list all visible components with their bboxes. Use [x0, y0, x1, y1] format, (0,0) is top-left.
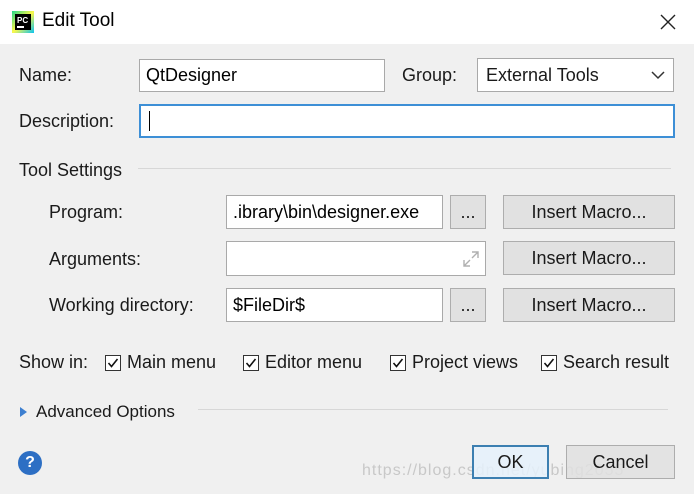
tool-settings-separator	[138, 168, 671, 169]
program-input[interactable]: .ibrary\bin\designer.exe	[226, 195, 443, 229]
insert-macro-label: Insert Macro...	[531, 247, 647, 268]
show-in-project-views-checkbox[interactable]: Project views	[390, 352, 518, 373]
pycharm-app-icon: PC	[12, 11, 34, 33]
show-in-search-result-checkbox[interactable]: Search result	[541, 352, 669, 373]
advanced-options-separator	[198, 409, 668, 410]
group-label: Group:	[402, 65, 458, 85]
expand-arrow-icon	[20, 407, 27, 417]
working-directory-input[interactable]: $FileDir$	[226, 288, 443, 322]
name-input[interactable]: QtDesigner	[139, 59, 385, 92]
browse-label: ...	[460, 201, 476, 222]
text-caret	[149, 111, 150, 131]
checkbox-label: Project views	[412, 352, 519, 372]
browse-label: ...	[460, 294, 476, 315]
name-input-value: QtDesigner	[146, 65, 238, 85]
program-insert-macro-button[interactable]: Insert Macro...	[503, 195, 675, 229]
group-dropdown-value: External Tools	[486, 64, 599, 85]
show-in-label: Show in:	[19, 352, 89, 372]
program-label: Program:	[49, 202, 124, 222]
advanced-options-toggle[interactable]: Advanced Options	[19, 402, 175, 422]
help-button[interactable]: ?	[18, 451, 42, 475]
chevron-down-icon	[651, 71, 665, 80]
arguments-insert-macro-button[interactable]: Insert Macro...	[503, 241, 675, 275]
ok-button-label: OK	[497, 451, 524, 472]
show-in-main-menu-checkbox[interactable]: Main menu	[105, 352, 216, 373]
group-dropdown[interactable]: External Tools	[477, 58, 674, 92]
checkbox-checked-icon	[541, 354, 557, 371]
working-directory-browse-button[interactable]: ...	[450, 288, 486, 322]
cancel-button-label: Cancel	[592, 451, 649, 472]
checkbox-checked-icon	[105, 354, 121, 371]
program-input-value: .ibrary\bin\designer.exe	[233, 201, 420, 222]
working-directory-input-value: $FileDir$	[233, 294, 306, 315]
name-label: Name:	[19, 65, 73, 85]
arguments-label: Arguments:	[49, 249, 142, 269]
expand-icon[interactable]	[461, 249, 481, 269]
program-browse-button[interactable]: ...	[450, 195, 486, 229]
advanced-options-label: Advanced Options	[36, 402, 175, 421]
working-directory-insert-macro-button[interactable]: Insert Macro...	[503, 288, 675, 322]
checkbox-label: Editor menu	[265, 352, 363, 372]
show-in-editor-menu-checkbox[interactable]: Editor menu	[243, 352, 362, 373]
description-input[interactable]	[139, 104, 675, 138]
insert-macro-label: Insert Macro...	[531, 201, 647, 222]
checkbox-label: Main menu	[127, 352, 217, 372]
checkbox-checked-icon	[243, 354, 259, 371]
arguments-input[interactable]	[226, 241, 486, 276]
cancel-button[interactable]: Cancel	[566, 445, 675, 479]
checkbox-checked-icon	[390, 354, 406, 371]
description-label: Description:	[19, 111, 115, 131]
help-icon: ?	[25, 454, 35, 471]
working-directory-label: Working directory:	[49, 295, 194, 315]
checkbox-label: Search result	[563, 352, 670, 372]
window-title: Edit Tool	[42, 10, 115, 31]
svg-text:PC: PC	[17, 16, 28, 25]
tool-settings-heading: Tool Settings	[19, 160, 123, 180]
close-button[interactable]	[650, 6, 686, 38]
insert-macro-label: Insert Macro...	[531, 294, 647, 315]
ok-button[interactable]: OK	[472, 445, 549, 479]
close-icon	[660, 14, 676, 30]
